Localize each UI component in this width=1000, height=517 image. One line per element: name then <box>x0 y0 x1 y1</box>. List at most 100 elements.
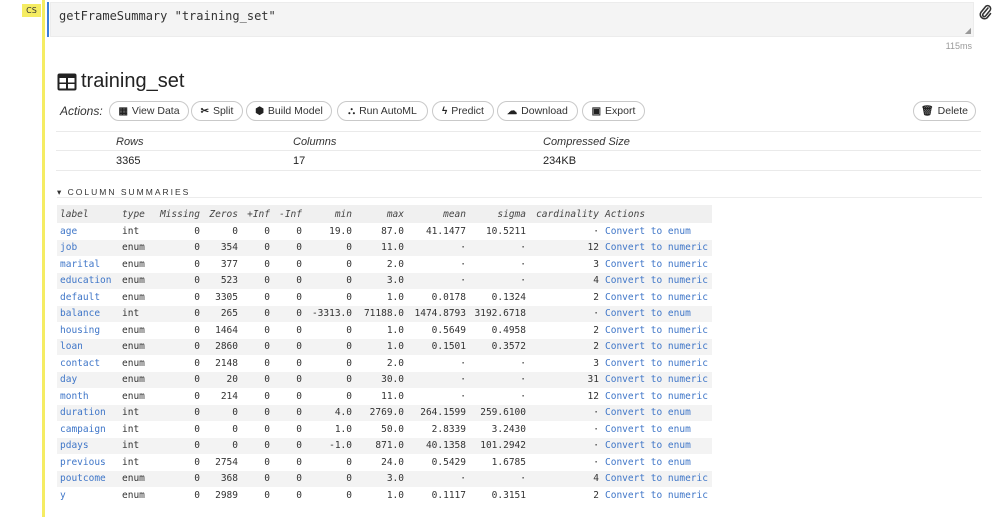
column-name-link[interactable]: month <box>57 388 119 405</box>
col-header: Actions <box>602 205 712 223</box>
table-cell: 0 <box>155 437 203 454</box>
table-cell: 0 <box>305 239 355 256</box>
table-cell: 0 <box>264 357 270 369</box>
column-name-link[interactable]: education <box>57 272 119 289</box>
run-automl-button[interactable]: ⛬ Run AutoML <box>337 101 428 121</box>
table-cell: 1464 <box>215 324 238 336</box>
col-header: min <box>305 205 355 223</box>
column-name-link[interactable]: pdays <box>57 437 119 454</box>
resize-handle-icon[interactable]: ◢ <box>965 26 971 35</box>
table-cell: 0 <box>273 404 305 421</box>
convert-action-link[interactable]: Convert to numeric <box>602 272 712 289</box>
column-name-link[interactable]: day <box>57 371 119 388</box>
convert-action-link[interactable]: Convert to enum <box>602 305 712 322</box>
column-name-link[interactable]: default <box>57 289 119 306</box>
table-cell: enum <box>119 338 155 355</box>
table-cell: 2148 <box>215 357 238 369</box>
column-name-link[interactable]: y <box>57 487 119 504</box>
table-cell: 0 <box>155 305 203 322</box>
convert-action-link[interactable]: Convert to numeric <box>602 487 712 504</box>
table-cell: · <box>407 272 469 289</box>
column-name-link[interactable]: contact <box>57 355 119 372</box>
table-cell: 0 <box>155 239 203 256</box>
convert-action-link[interactable]: Convert to numeric <box>602 388 712 405</box>
column-name-link[interactable]: age <box>57 223 119 240</box>
column-name-link[interactable]: balance <box>57 305 119 322</box>
convert-action-link[interactable]: Convert to numeric <box>602 470 712 487</box>
table-cell: 19.0 <box>329 225 352 237</box>
predict-button[interactable]: ϟ Predict <box>432 101 494 121</box>
table-cell: 0 <box>296 423 302 435</box>
cell-active-indicator <box>47 2 49 37</box>
table-cell: 0 <box>346 390 352 402</box>
table-header-row: label type Missing Zeros +Inf -Inf min m… <box>57 205 712 223</box>
table-cell: · <box>460 258 466 270</box>
build-model-button[interactable]: ⬢ Build Model <box>246 101 332 121</box>
table-cell: int <box>119 404 155 421</box>
table-row: duration int 0 0 0 0 4.0 2769.0 264.1599 259.6100… <box>57 404 712 421</box>
cube-icon: ⬢ <box>255 105 264 117</box>
table-cell: 0 <box>203 404 241 421</box>
convert-action-link[interactable]: Convert to enum <box>602 421 712 438</box>
delete-button[interactable]: 🗑 Delete <box>913 101 976 121</box>
column-name-link[interactable]: housing <box>57 322 119 339</box>
table-cell: 0 <box>264 324 270 336</box>
column-name-link[interactable]: poutcome <box>57 470 119 487</box>
table-cell: · <box>469 272 529 289</box>
table-row: default enum 0 3305 0 0 0 1.0 0.0178 0.1324 2 Conve… <box>57 289 712 306</box>
col-header: Zeros <box>203 205 241 223</box>
table-cell: 2.0 <box>386 357 404 369</box>
table-cell: 2769.0 <box>355 404 407 421</box>
column-summaries-table: label type Missing Zeros +Inf -Inf min m… <box>57 205 712 504</box>
table-cell: 2 <box>529 338 602 355</box>
column-name-link[interactable]: duration <box>57 404 119 421</box>
paperclip-icon[interactable] <box>978 4 992 20</box>
table-cell: int <box>122 423 140 435</box>
columns-header: Columns <box>293 136 337 148</box>
convert-action-link[interactable]: Convert to numeric <box>602 289 712 306</box>
table-cell: 0 <box>241 305 273 322</box>
frame-title: training_set <box>57 70 184 93</box>
convert-action-link[interactable]: Convert to enum <box>602 437 712 454</box>
convert-action-link[interactable]: Convert to numeric <box>602 322 712 339</box>
col-header: cardinality <box>529 205 602 223</box>
column-name-link[interactable]: job <box>57 239 119 256</box>
convert-action-link[interactable]: Convert to numeric <box>602 371 712 388</box>
table-cell: enum <box>122 324 145 336</box>
column-name-link[interactable]: campaign <box>57 421 119 438</box>
frame-stats: Rows Columns Compressed Size 3365 17 234… <box>56 131 981 171</box>
table-cell: 0 <box>296 258 302 270</box>
table-cell: 0 <box>194 291 200 303</box>
table-cell: · <box>460 357 466 369</box>
column-name-link[interactable]: previous <box>57 454 119 471</box>
table-cell: 214 <box>220 390 238 402</box>
table-cell: 0 <box>194 423 200 435</box>
code-editor[interactable]: getFrameSummary "training_set" ◢ <box>50 2 974 37</box>
convert-action-link[interactable]: Convert to numeric <box>602 355 712 372</box>
column-name-link[interactable]: loan <box>57 338 119 355</box>
table-row: education enum 0 523 0 0 0 3.0 · · 4 Convert to num… <box>57 272 712 289</box>
convert-action-link[interactable]: Convert to enum <box>602 454 712 471</box>
split-button[interactable]: ✂ Split <box>191 101 243 121</box>
table-cell: 871.0 <box>355 437 407 454</box>
table-cell: enum <box>119 272 155 289</box>
table-cell: 31 <box>529 371 602 388</box>
table-cell: 0 <box>241 371 273 388</box>
view-data-button[interactable]: ▦ View Data <box>109 101 189 121</box>
cell-selection-bar <box>42 0 45 517</box>
convert-action-link[interactable]: Convert to numeric <box>602 338 712 355</box>
table-cell: 1.0 <box>355 338 407 355</box>
export-button[interactable]: ▣ Export <box>582 101 645 121</box>
table-cell: 40.1358 <box>407 437 469 454</box>
code-text[interactable]: getFrameSummary "training_set" <box>59 9 276 23</box>
convert-action-link[interactable]: Convert to numeric <box>602 256 712 273</box>
convert-action-link[interactable]: Convert to enum <box>602 404 712 421</box>
download-button[interactable]: ☁ Download <box>497 101 578 121</box>
column-name-link[interactable]: marital <box>57 256 119 273</box>
table-row: job enum 0 354 0 0 0 11.0 · · 12 Convert to numeric <box>57 239 712 256</box>
table-row: pdays int 0 0 0 0 -1.0 871.0 40.1358 101.2942 · Con… <box>57 437 712 454</box>
convert-action-link[interactable]: Convert to numeric <box>602 239 712 256</box>
convert-action-link[interactable]: Convert to enum <box>602 223 712 240</box>
col-header: type <box>119 205 155 223</box>
col-header: sigma <box>469 205 529 223</box>
